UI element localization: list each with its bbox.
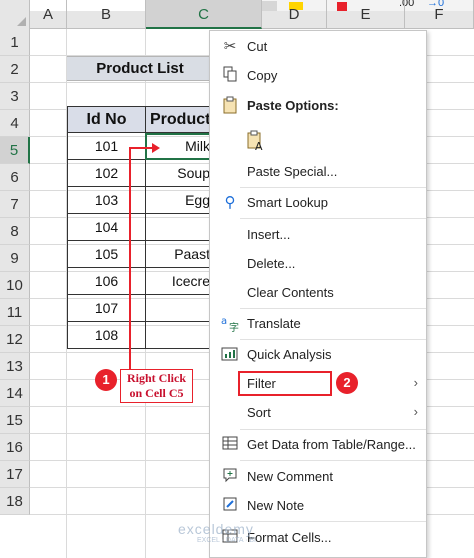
column-header-b[interactable]: B	[67, 0, 146, 29]
menu-item-new-note-label: New Note	[247, 498, 305, 513]
annotation-line	[129, 147, 131, 370]
row-header-4[interactable]: 4	[0, 110, 30, 137]
row-header-18[interactable]: 18	[0, 488, 30, 515]
step-1-note: Right Click on Cell C5	[120, 369, 193, 403]
menu-item-get-data-label: Get Data from Table/Range...	[247, 437, 416, 452]
table-row-id[interactable]: 106	[67, 268, 146, 295]
table-row-product[interactable]: Paast	[145, 241, 215, 268]
menu-item-copy-label: Copy	[247, 68, 278, 83]
column-header-c[interactable]: C	[146, 0, 262, 29]
table-row-product[interactable]	[145, 295, 215, 322]
row-header-15[interactable]: 15	[0, 407, 30, 434]
table-row-id[interactable]: 102	[67, 160, 146, 187]
watermark-tagline: EXCEL · DATA · BI	[197, 537, 256, 544]
table-row-id[interactable]: 108	[67, 322, 146, 349]
table-row-id[interactable]: 107	[67, 295, 146, 322]
table-row-product[interactable]: Egg	[145, 187, 215, 214]
clipboard-icon	[220, 96, 240, 116]
menu-item-smart-lookup[interactable]: ⚲ Smart Lookup	[210, 189, 426, 217]
row-header-10[interactable]: 10	[0, 272, 30, 299]
column-header-a[interactable]: A	[30, 0, 67, 29]
row-header-9[interactable]: 9	[0, 245, 30, 272]
step-2-badge: 2	[336, 372, 358, 394]
menu-item-new-note[interactable]: New Note	[210, 492, 426, 520]
menu-item-copy[interactable]: Copy	[210, 62, 426, 90]
menu-item-translate[interactable]: a字 Translate	[210, 310, 426, 338]
chevron-right-icon: ›	[413, 404, 418, 419]
table-row-id[interactable]: 104	[67, 214, 146, 241]
watermark-logo: exceldemy	[178, 521, 254, 537]
chevron-right-icon: ›	[413, 375, 418, 390]
scissors-icon: ✂	[223, 38, 237, 55]
translate-icon: a字	[220, 314, 240, 334]
svg-text:A: A	[255, 140, 263, 152]
row-header-14[interactable]: 14	[0, 380, 30, 407]
row-header-1[interactable]: 1	[0, 29, 30, 56]
table-row-product[interactable]	[145, 214, 215, 241]
column-header-e[interactable]: E	[327, 0, 405, 29]
menu-paste-options-heading: Paste Options:	[210, 92, 426, 120]
menu-item-quick-analysis[interactable]: Quick Analysis	[210, 341, 426, 369]
copy-icon	[220, 66, 240, 86]
row-header-6[interactable]: 6	[0, 164, 30, 191]
row-header-16[interactable]: 16	[0, 434, 30, 461]
row-header-12[interactable]: 12	[0, 326, 30, 353]
table-row-id[interactable]: 103	[67, 187, 146, 214]
paste-options-label: Paste Options:	[247, 98, 339, 113]
paste-button[interactable]: A	[210, 124, 426, 158]
paste-icon: A	[246, 130, 266, 153]
menu-item-clear-contents[interactable]: Clear Contents	[210, 279, 426, 307]
product-header: Product	[145, 106, 215, 133]
step-1-note-line2: on Cell C5	[129, 386, 184, 400]
annotation-arrow	[152, 143, 160, 153]
comment-icon	[220, 467, 240, 487]
menu-item-paste-special-label: Paste Special...	[247, 164, 338, 179]
menu-item-paste-special[interactable]: Paste Special...	[210, 158, 426, 186]
menu-item-sort-label: Sort	[247, 405, 271, 420]
menu-item-format-cells-label: Format Cells...	[247, 530, 332, 545]
svg-text:字: 字	[229, 321, 239, 332]
row-header-13[interactable]: 13	[0, 353, 30, 380]
menu-item-quick-analysis-label: Quick Analysis	[247, 347, 332, 362]
menu-item-translate-label: Translate	[247, 316, 301, 331]
menu-item-sort[interactable]: Sort ›	[210, 399, 426, 427]
id-no-header: Id No	[67, 106, 146, 133]
menu-item-new-comment-label: New Comment	[247, 469, 333, 484]
table-row-id[interactable]: 105	[67, 241, 146, 268]
quick-analysis-icon	[220, 345, 240, 365]
menu-item-delete-label: Delete...	[247, 256, 296, 271]
column-header-d[interactable]: D	[262, 0, 327, 29]
row-header-11[interactable]: 11	[0, 299, 30, 326]
row-header-7[interactable]: 7	[0, 191, 30, 218]
note-icon	[220, 496, 240, 516]
search-icon: ⚲	[224, 194, 236, 211]
row-header-3[interactable]: 3	[0, 83, 30, 110]
menu-item-insert-label: Insert...	[247, 227, 291, 242]
step-1-note-line1: Right Click	[126, 371, 186, 385]
row-header-5[interactable]: 5	[0, 137, 30, 164]
filter-highlight-box	[238, 371, 332, 396]
table-row-product[interactable]	[145, 322, 215, 349]
menu-item-cut[interactable]: ✂ Cut	[210, 33, 426, 61]
menu-item-smart-lookup-label: Smart Lookup	[247, 195, 328, 210]
annotation-line	[129, 147, 153, 149]
row-header-8[interactable]: 8	[0, 218, 30, 245]
table-icon	[220, 435, 240, 455]
product-list-title: Product List	[67, 56, 213, 81]
select-all-corner[interactable]	[0, 0, 30, 29]
context-menu: ✂ Cut Copy Paste Options: A Paste Specia…	[209, 30, 427, 558]
menu-item-delete[interactable]: Delete...	[210, 250, 426, 278]
svg-text:a: a	[221, 316, 227, 327]
menu-item-new-comment[interactable]: New Comment	[210, 463, 426, 491]
menu-item-clear-contents-label: Clear Contents	[247, 285, 334, 300]
step-1-badge: 1	[95, 369, 117, 391]
row-header-17[interactable]: 17	[0, 461, 30, 488]
row-header-2[interactable]: 2	[0, 56, 30, 83]
menu-item-cut-label: Cut	[247, 39, 268, 54]
table-row-product[interactable]: Icecre	[145, 268, 215, 295]
column-header-f[interactable]: F	[405, 0, 474, 29]
menu-item-insert[interactable]: Insert...	[210, 221, 426, 249]
menu-item-get-data[interactable]: Get Data from Table/Range...	[210, 431, 426, 459]
table-row-product[interactable]: Soup	[145, 160, 215, 187]
